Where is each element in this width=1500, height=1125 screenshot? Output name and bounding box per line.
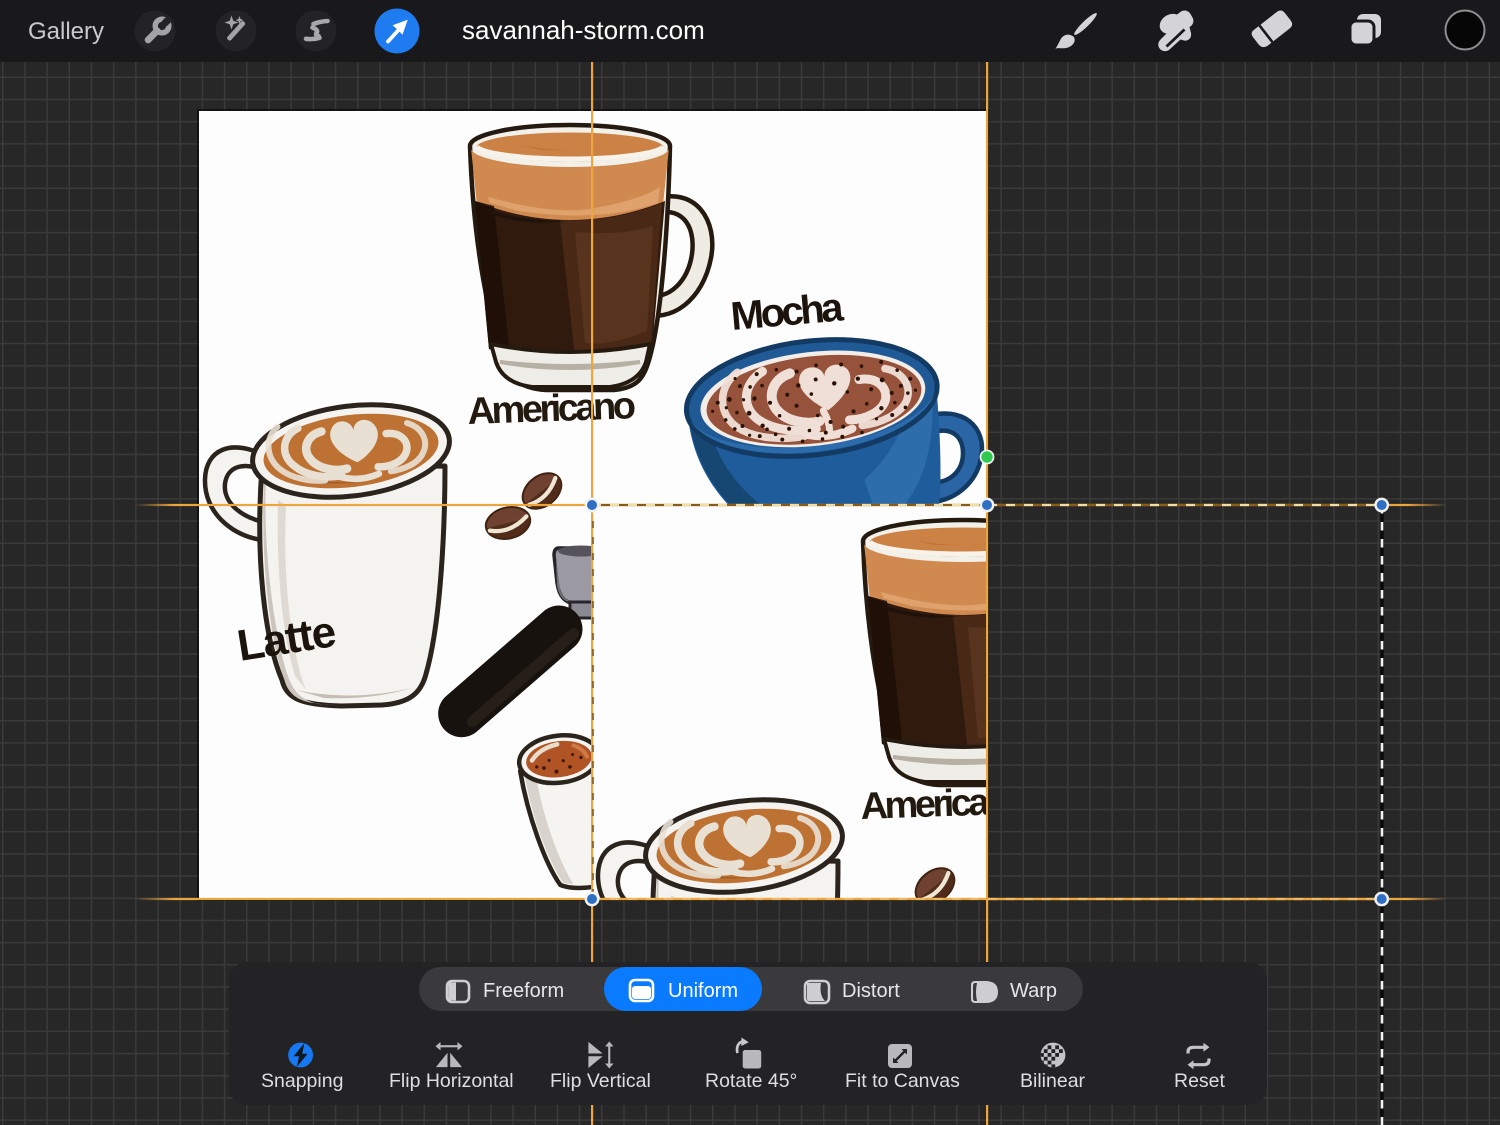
- svg-text:Uniform: Uniform: [668, 980, 738, 1002]
- svg-text:Rotate 45°: Rotate 45°: [705, 1070, 797, 1092]
- svg-text:Warp: Warp: [1010, 980, 1057, 1002]
- svg-text:Freeform: Freeform: [483, 980, 564, 1002]
- svg-text:Reset: Reset: [1174, 1070, 1226, 1092]
- svg-text:Snapping: Snapping: [261, 1070, 343, 1092]
- svg-text:Fit to Canvas: Fit to Canvas: [845, 1070, 960, 1092]
- svg-text:Bilinear: Bilinear: [1020, 1070, 1086, 1092]
- svg-text:Distort: Distort: [842, 980, 900, 1002]
- svg-text:Flip Horizontal: Flip Horizontal: [389, 1070, 514, 1092]
- svg-text:Flip Vertical: Flip Vertical: [550, 1070, 651, 1092]
